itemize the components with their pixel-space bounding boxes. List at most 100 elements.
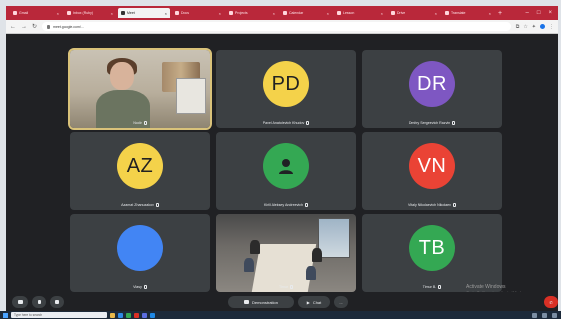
mic-icon [155,203,159,207]
favicon-icon [67,11,71,15]
avatar: VN [409,143,455,189]
mic-button[interactable] [32,296,46,308]
browser-tab[interactable]: Calendar × [280,8,332,18]
browser-tab-active[interactable]: Meet × [118,8,170,18]
participant-tile[interactable]: Timur [216,214,356,292]
mic-icon [143,285,147,289]
person-icon [279,159,293,174]
camera-feed-face [110,62,134,90]
room-person [244,258,254,272]
browser-tab[interactable]: Docs × [172,8,224,18]
more-options-button[interactable]: ... [334,296,348,308]
close-tab-icon[interactable]: × [327,11,329,16]
chat-button[interactable]: ▶ Chat [298,296,330,308]
close-tab-icon[interactable]: × [57,11,59,16]
tab-label: Lesson [343,11,355,15]
reload-icon[interactable]: ↻ [32,24,37,30]
participant-tile[interactable]: Vlasy [70,214,210,292]
minimize-icon[interactable]: – [526,10,529,16]
avatar: TB [409,225,455,271]
browser-tab[interactable]: Translate × [442,8,494,18]
room-person [306,266,316,280]
browser-tab[interactable]: Gmail × [10,8,62,18]
windows-start-icon[interactable] [3,312,8,318]
system-tray [532,312,561,318]
participant-tile[interactable]: VN Vitaly Nikolaevich Nikolaev [362,132,502,210]
favicon-icon [445,11,449,15]
close-tab-icon[interactable]: × [381,11,383,16]
chrome-icon[interactable] [126,312,131,318]
menu-icon[interactable]: ⋮ [549,24,554,30]
close-tab-icon[interactable]: × [273,11,275,16]
close-tab-icon[interactable]: × [111,11,113,16]
extension-icons: ⧉ ☆ ✦ ⋮ [516,24,554,30]
app-icon[interactable] [134,312,139,318]
volume-icon[interactable] [542,312,547,318]
network-icon[interactable] [532,312,537,318]
teams-icon[interactable] [142,312,147,318]
tab-label: Meet [127,11,135,15]
mic-icon [452,203,456,207]
tab-label: Inbox (Ruby) [73,11,94,15]
taskbar-search[interactable]: Type here to search [11,312,107,318]
edge-icon[interactable] [118,312,123,318]
window-controls: – □ × [526,10,558,16]
more-label: ... [339,299,343,305]
back-icon[interactable]: ← [10,24,16,30]
close-tab-icon[interactable]: × [219,11,221,16]
present-button[interactable]: Demonstration [228,296,294,308]
participant-tile[interactable]: AZ Azamat Zhanuzakov [70,132,210,210]
participant-name-wrap: Nodir [70,121,210,125]
close-tab-icon[interactable]: × [489,11,491,16]
participant-tile[interactable]: DR Dmitry Sergeevich Razvin [362,50,502,128]
participant-tile[interactable]: PD Pavel Anatolevich Khudov [216,50,356,128]
participant-name: Dmitry Sergeevich Razvin [408,120,451,125]
browser-tab[interactable]: Inbox (Ruby) × [64,8,116,18]
forward-icon[interactable]: → [21,24,27,30]
browser-tab[interactable]: Drive × [388,8,440,18]
browser-tab-bar: Gmail × Inbox (Ruby) × Meet × Docs × Project… [6,6,558,20]
browser-tab[interactable]: Lesson × [334,8,386,18]
windows-taskbar: Type here to search [0,311,561,319]
file-explorer-icon[interactable] [110,312,115,318]
participant-name-wrap: Pavel Anatolevich Khudov [216,121,356,125]
star-icon[interactable]: ☆ [523,24,527,30]
participant-tile[interactable]: Kirill Aleksey Andreevich [216,132,356,210]
puzzle-icon[interactable]: ✦ [532,24,536,30]
present-label: Demonstration [251,299,278,305]
browser-tab[interactable]: Projects × [226,8,278,18]
participant-name-wrap: Timur [216,285,356,289]
close-window-icon[interactable]: × [548,10,552,16]
tab-label: Docs [181,11,189,15]
participant-name-wrap: Azamat Zhanuzakov [70,203,210,207]
present-icon [243,300,249,304]
avatar [117,225,163,271]
close-tab-icon[interactable]: × [165,11,167,16]
favicon-icon [175,11,179,15]
participant-tile[interactable]: TB Timur B. [362,214,502,292]
new-tab-button[interactable]: + [498,10,502,17]
close-tab-icon[interactable]: × [435,11,437,16]
participant-name-wrap: Kirill Aleksey Andreevich [216,203,356,207]
participant-tile[interactable]: Nodir [68,48,212,130]
profile-avatar[interactable] [540,24,545,29]
maximize-icon[interactable]: □ [537,10,541,16]
clock-icon[interactable] [552,312,557,318]
participant-name: Vitaly Nikolaevich Nikolaev [408,202,451,207]
tab-label: Gmail [19,11,29,15]
participant-name-wrap: Vitaly Nikolaevich Nikolaev [362,203,502,207]
extension-icon[interactable]: ⧉ [516,24,520,30]
mic-icon [143,121,147,125]
camera-feed-board [176,78,206,114]
mic-icon [290,285,294,289]
word-icon[interactable] [150,312,155,318]
tab-label: Drive [397,11,406,15]
video-button[interactable] [50,296,64,308]
room-person [250,240,260,254]
favicon-icon [391,11,395,15]
participant-name: Timur B. [422,284,437,289]
avatar: PD [263,61,309,107]
camera-button[interactable] [12,296,28,308]
url-field[interactable]: meet.google.com/... [42,22,511,31]
leave-call-button[interactable]: ✆ [544,296,558,308]
